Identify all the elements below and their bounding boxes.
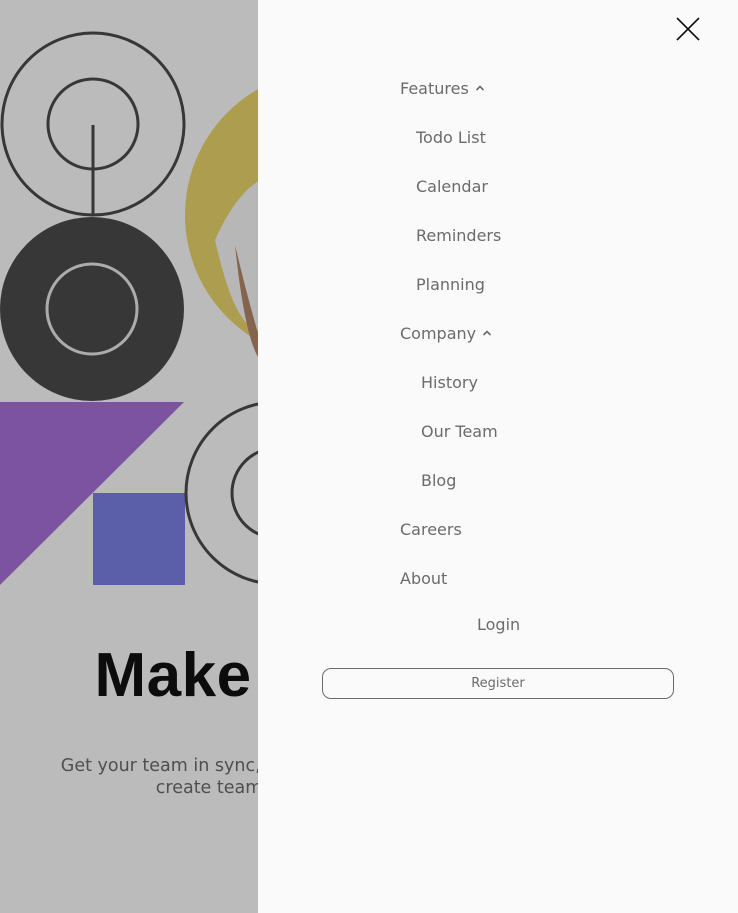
nav-features-label: Features xyxy=(400,78,469,98)
nav-item-history[interactable]: History xyxy=(421,371,478,393)
nav-item-planning[interactable]: Planning xyxy=(416,273,485,295)
nav-item-todo-list[interactable]: Todo List xyxy=(416,126,486,148)
mobile-nav-drawer: Features Todo List Calendar Reminders Pl… xyxy=(258,0,738,913)
nav-item-reminders[interactable]: Reminders xyxy=(416,224,501,246)
nav-item-our-team[interactable]: Our Team xyxy=(421,420,498,442)
nav-item-about[interactable]: About xyxy=(400,567,447,589)
nav-item-calendar[interactable]: Calendar xyxy=(416,175,488,197)
nav-features-toggle[interactable]: Features xyxy=(400,77,485,99)
nav-item-blog[interactable]: Blog xyxy=(421,469,456,491)
nav-item-careers[interactable]: Careers xyxy=(400,518,462,540)
login-link[interactable]: Login xyxy=(477,615,520,634)
register-button[interactable]: Register xyxy=(322,668,674,699)
chevron-up-icon xyxy=(483,330,492,336)
close-icon[interactable] xyxy=(675,16,701,42)
chevron-up-icon xyxy=(475,85,484,91)
nav-company-label: Company xyxy=(400,323,477,343)
nav-company-toggle[interactable]: Company xyxy=(400,322,492,344)
